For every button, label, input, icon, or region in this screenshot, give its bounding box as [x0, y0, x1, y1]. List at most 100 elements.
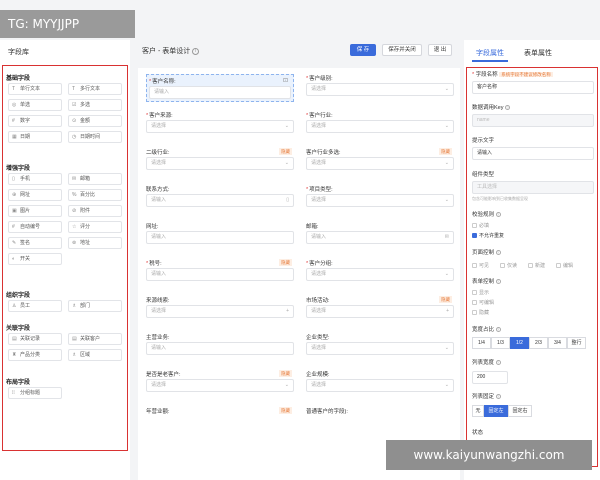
form-field-input[interactable]: 请输入 [146, 231, 294, 244]
field-type-icon: ☑ [72, 102, 77, 108]
form-field-input[interactable]: 请选择 ⌄ [146, 120, 294, 133]
form-field-input[interactable]: 请选择 ⌄ [306, 342, 454, 355]
field-library-item[interactable]: # 数字 [8, 115, 62, 127]
form-field-input[interactable]: 请输入 ▯ [146, 194, 294, 207]
validation-option[interactable]: 不允许重复 [472, 232, 504, 239]
form-field-input[interactable]: 请选择 + [146, 305, 294, 318]
field-library-item[interactable]: ✉ 邮箱 [68, 173, 122, 185]
form-field-item[interactable]: *客户行业: 请选择 ⌄ [306, 111, 454, 133]
form-field-input[interactable]: 请选择 ⌄ [306, 157, 454, 170]
width-ratio-option[interactable]: 3/4 [548, 337, 567, 349]
field-library-item[interactable]: ▤ 关联记录 [8, 333, 62, 345]
form-field-item[interactable]: *客户来源: 请选择 ⌄ [146, 111, 294, 133]
field-type-icon: ▯ [12, 176, 15, 182]
form-field-input[interactable]: 请选择 ⌄ [306, 268, 454, 281]
exit-button[interactable]: 退 出 [428, 44, 452, 56]
field-library-item[interactable]: ☑ 多选 [68, 99, 122, 111]
field-library-item[interactable]: ⊚ 地址 [68, 237, 122, 249]
field-library-item[interactable]: ♗ 部门 [68, 300, 122, 312]
data-key-input[interactable]: name [472, 114, 594, 127]
field-library-item[interactable]: ◎ 单选 [8, 99, 62, 111]
form-field-item[interactable]: 市场活动: 隐藏 请选择 + [306, 296, 454, 318]
form-control-option[interactable]: 可编辑 [472, 299, 494, 306]
field-library-item[interactable]: % 百分比 [68, 189, 122, 201]
form-field-item[interactable]: 是否是老客户: 隐藏 请选择 ⌄ [146, 370, 294, 392]
form-field-item[interactable]: 来源线索: 请选择 + [146, 296, 294, 318]
form-field-input[interactable]: 请输入 [146, 342, 294, 355]
form-field-input[interactable]: 请选择 + [306, 305, 454, 318]
width-ratio-option[interactable]: 1/3 [491, 337, 510, 349]
field-library-item[interactable]: ♙ 员工 [8, 300, 62, 312]
list-fixed-option[interactable]: 固定右 [508, 405, 532, 417]
field-library-item[interactable]: ◷ 日期时间 [68, 131, 122, 143]
field-library-item[interactable]: ♜ 产品分类 [8, 349, 62, 361]
form-field-item[interactable]: 年营业额: 隐藏 [146, 407, 294, 416]
form-field-item[interactable]: 二级行业: 隐藏 请选择 ⌄ [146, 148, 294, 170]
form-field-input[interactable]: 请选择 ⌄ [306, 83, 454, 96]
field-library-item[interactable]: T 单行文本 [8, 83, 62, 95]
form-field-item[interactable]: 客户行业多选: 隐藏 请选择 ⌄ [306, 148, 454, 170]
width-ratio-option[interactable]: 1/2 [510, 337, 529, 349]
field-library-item[interactable]: ◐ 开关 [8, 253, 62, 265]
validation-option[interactable]: 必填 [472, 222, 489, 229]
hint-text-input[interactable]: 请输入 [472, 147, 594, 160]
form-field-input[interactable]: 请选择 ⌄ [306, 379, 454, 392]
field-name-input[interactable]: 客户名称 [472, 81, 594, 94]
form-control-option[interactable]: 显示 [472, 289, 489, 296]
form-field-input[interactable]: 请选择 ⌄ [306, 194, 454, 207]
form-field-input[interactable]: 请选择 ⌄ [146, 379, 294, 392]
component-type-select[interactable]: 工具选择 [472, 181, 594, 194]
field-library-item[interactable]: ▣ 图片 [8, 205, 62, 217]
page-control-option[interactable]: 可见 [472, 262, 489, 269]
form-field-label: *客户级别: [306, 74, 454, 83]
form-control-option[interactable]: 隐藏 [472, 309, 489, 316]
field-library-item[interactable]: ♗ 区域 [68, 349, 122, 361]
field-library-item[interactable]: ⊕ 网址 [8, 189, 62, 201]
field-library-item[interactable]: ⊘ 附件 [68, 205, 122, 217]
field-library-item[interactable]: ▯ 手机 [8, 173, 62, 185]
page-control-option[interactable]: 仅读 [500, 262, 517, 269]
form-field-item[interactable]: 网址: 请输入 [146, 222, 294, 244]
form-field-input[interactable]: 请选择 ⌄ [306, 120, 454, 133]
tab-field-properties[interactable]: 字段属性 [476, 48, 504, 58]
field-library-item[interactable]: ✎ 签名 [8, 237, 62, 249]
form-field-input[interactable]: 请输入 ✉ [306, 231, 454, 244]
field-library-item-label: 区域 [80, 352, 91, 358]
form-field-input[interactable]: 请选择 ⌄ [146, 157, 294, 170]
field-library-item[interactable]: T 多行文本 [68, 83, 122, 95]
form-field-item[interactable]: 联系方式: 请输入 ▯ [146, 185, 294, 207]
form-field-item[interactable]: *客户分组: 请选择 ⌄ [306, 259, 454, 281]
form-field-item[interactable]: 主营业务: 请输入 [146, 333, 294, 355]
form-field-input[interactable]: 请输入 [146, 268, 294, 281]
width-ratio-option[interactable]: 1/4 [472, 337, 491, 349]
tab-form-properties[interactable]: 表单属性 [524, 48, 552, 58]
form-field-input[interactable]: 请输入 [149, 86, 291, 99]
width-ratio-option[interactable]: 2/3 [529, 337, 548, 349]
page-control-option[interactable]: 新建 [528, 262, 545, 269]
form-field-item[interactable]: 企业规模: 请选择 ⌄ [306, 370, 454, 392]
field-library-item[interactable]: # 自动编号 [8, 221, 62, 233]
form-field-item[interactable]: 邮箱: 请输入 ✉ [306, 222, 454, 244]
field-library-item[interactable]: ⁞⁞ 分组标题 [8, 387, 62, 399]
save-button[interactable]: 保 存 [350, 44, 376, 56]
form-field-label-text: 客户名称: [152, 79, 176, 85]
input-suffix-icon: ⌄ [284, 123, 289, 129]
width-ratio-option[interactable]: 整行 [567, 337, 586, 349]
field-library-item[interactable]: ▦ 日期 [8, 131, 62, 143]
page-control-option[interactable]: 编辑 [556, 262, 573, 269]
field-library-item[interactable]: ☆ 评分 [68, 221, 122, 233]
list-fixed-option[interactable]: 固定左 [484, 405, 508, 417]
form-field-item[interactable]: *项目类型: 请选择 ⌄ [306, 185, 454, 207]
form-field-item[interactable]: *税号: 隐藏 请输入 [146, 259, 294, 281]
field-library-item[interactable]: ▤ 关联客户 [68, 333, 122, 345]
form-field-item[interactable]: 普通客户的字段): [306, 407, 454, 416]
list-fixed-option[interactable]: 无 [472, 405, 484, 417]
checkbox-label: 显示 [479, 290, 490, 296]
form-field-item[interactable]: *客户级别: 请选择 ⌄ [306, 74, 454, 96]
info-icon[interactable]: i [192, 47, 200, 55]
field-library-item[interactable]: ⊙ 金额 [68, 115, 122, 127]
form-field-item[interactable]: *客户名称: ⊡ 请输入 [146, 74, 294, 102]
form-field-item[interactable]: 企业类型: 请选择 ⌄ [306, 333, 454, 355]
save-close-button[interactable]: 保存并关闭 [382, 44, 422, 56]
list-width-input[interactable]: 200 [472, 371, 508, 384]
